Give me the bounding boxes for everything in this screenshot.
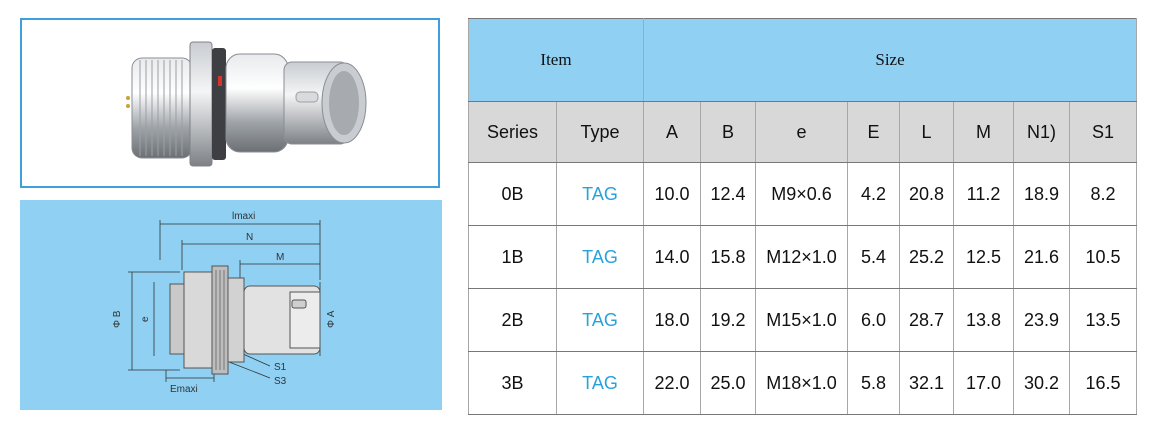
- table-row: 2B TAG 18.0 19.2 M15×1.0 6.0 28.7 13.8 2…: [468, 288, 1138, 352]
- cell-s1: 16.5: [1068, 351, 1138, 415]
- col-header-series: Series: [468, 101, 557, 163]
- table-row: 0B TAG 10.0 12.4 M9×0.6 4.2 20.8 11.2 18…: [468, 162, 1138, 226]
- cell-n1: 21.6: [1013, 225, 1070, 289]
- col-header-e: E: [847, 101, 900, 163]
- column-header-row: Series Type A B e E L M N1) S1: [468, 101, 1138, 163]
- cell-n1: 30.2: [1013, 351, 1070, 415]
- cell-e-thread: M18×1.0: [755, 351, 848, 415]
- connector-photo-image: [126, 41, 367, 167]
- cell-a: 22.0: [643, 351, 701, 415]
- cell-e-thread: M9×0.6: [755, 162, 848, 226]
- cell-n1: 23.9: [1013, 288, 1070, 352]
- col-header-l: L: [899, 101, 954, 163]
- dim-label-phi-a: Φ A: [326, 310, 337, 328]
- cell-a: 14.0: [643, 225, 701, 289]
- cell-type: TAG: [556, 162, 644, 226]
- cell-l: 20.8: [899, 162, 954, 226]
- cell-l: 32.1: [899, 351, 954, 415]
- col-header-b: B: [700, 101, 756, 163]
- dim-label-m: M: [276, 252, 284, 263]
- dim-label-lmaxi: lmaxi: [232, 211, 255, 222]
- dim-label-s1: S1: [274, 362, 287, 373]
- dim-label-emaxi: Emaxi: [170, 384, 198, 395]
- cell-type: TAG: [556, 351, 644, 415]
- col-header-n1: N1): [1013, 101, 1070, 163]
- cell-s1: 8.2: [1068, 162, 1138, 226]
- table-row: 1B TAG 14.0 15.8 M12×1.0 5.4 25.2 12.5 2…: [468, 225, 1138, 289]
- table-row: 3B TAG 22.0 25.0 M18×1.0 5.8 32.1 17.0 3…: [468, 351, 1138, 415]
- cell-m: 11.2: [953, 162, 1014, 226]
- cell-m: 12.5: [953, 225, 1014, 289]
- dim-label-e: e: [140, 316, 151, 322]
- col-header-a: A: [643, 101, 701, 163]
- spec-table: Item Size Series Type A B e E L M N1) S1…: [468, 18, 1138, 415]
- dim-label-phi-b: Φ B: [112, 310, 123, 328]
- cell-b: 19.2: [700, 288, 756, 352]
- cell-type: TAG: [556, 225, 644, 289]
- cell-s1: 10.5: [1068, 225, 1138, 289]
- col-header-s1: S1: [1068, 101, 1138, 163]
- cell-e: 5.8: [847, 351, 900, 415]
- cell-e-thread: M15×1.0: [755, 288, 848, 352]
- cell-series: 0B: [468, 162, 557, 226]
- header-item: Item: [468, 18, 644, 102]
- col-header-e-thread: e: [755, 101, 848, 163]
- cell-e-thread: M12×1.0: [755, 225, 848, 289]
- cell-e: 4.2: [847, 162, 900, 226]
- cell-e: 6.0: [847, 288, 900, 352]
- cell-l: 25.2: [899, 225, 954, 289]
- cell-m: 13.8: [953, 288, 1014, 352]
- cell-a: 18.0: [643, 288, 701, 352]
- col-header-type: Type: [556, 101, 644, 163]
- cell-b: 25.0: [700, 351, 756, 415]
- cell-l: 28.7: [899, 288, 954, 352]
- header-size: Size: [642, 18, 1138, 102]
- cell-b: 15.8: [700, 225, 756, 289]
- cell-series: 1B: [468, 225, 557, 289]
- cell-e: 5.4: [847, 225, 900, 289]
- product-photo: [20, 18, 440, 188]
- col-header-m: M: [953, 101, 1014, 163]
- dimension-drawing: lmaxi N M Φ B e Φ A S1 S3 Emaxi: [20, 200, 442, 410]
- group-header-row: Item Size: [468, 18, 1138, 102]
- cell-series: 2B: [468, 288, 557, 352]
- cell-b: 12.4: [700, 162, 756, 226]
- cell-series: 3B: [468, 351, 557, 415]
- dim-label-s3: S3: [274, 376, 287, 387]
- cell-s1: 13.5: [1068, 288, 1138, 352]
- cell-a: 10.0: [643, 162, 701, 226]
- cell-m: 17.0: [953, 351, 1014, 415]
- cell-type: TAG: [556, 288, 644, 352]
- cell-n1: 18.9: [1013, 162, 1070, 226]
- dimension-drawing-image: lmaxi N M Φ B e Φ A S1 S3 Emaxi: [112, 211, 337, 395]
- dim-label-n: N: [246, 232, 253, 243]
